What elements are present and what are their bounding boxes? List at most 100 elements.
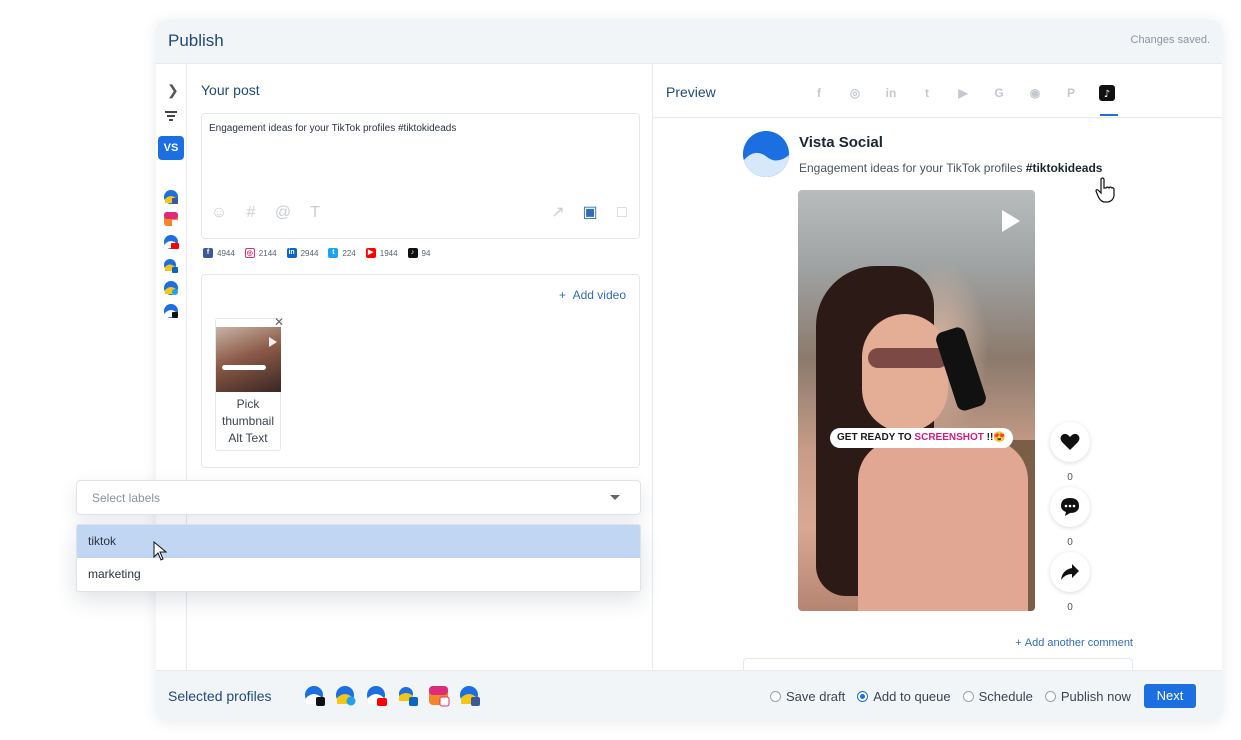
post-text-editor[interactable]: Engagement ideas for your TikTok profile… xyxy=(201,113,640,239)
selected-avatar-instagram[interactable] xyxy=(428,685,450,707)
preview-panel: Preview f ◎ in t ▶ G ◉ P ♪ Vista Social … xyxy=(653,64,1222,670)
emoji-icon[interactable]: ☺ xyxy=(210,204,228,222)
like-button[interactable] xyxy=(1050,422,1090,462)
comment-box[interactable] xyxy=(743,658,1133,670)
twitter-icon: t xyxy=(328,248,339,258)
video-preview[interactable]: GET READY TO SCREENSHOT !!😍 xyxy=(798,190,1035,611)
page-title: Publish xyxy=(168,31,224,50)
add-to-queue-radio[interactable] xyxy=(857,691,869,702)
profile-avatar-tiktok[interactable] xyxy=(163,303,179,319)
profile-avatar-instagram[interactable] xyxy=(163,211,179,227)
video-thumbnail[interactable] xyxy=(216,327,281,392)
your-post-title: Your post xyxy=(201,82,260,98)
selected-avatar-facebook[interactable] xyxy=(459,685,481,707)
character-counts: f 4944 ◎ 2144 in 2944 t 224 ▶ 1944 ♪ 94 xyxy=(203,248,430,258)
count-value: 1944 xyxy=(379,248,398,258)
option-label: Publish now xyxy=(1060,689,1131,704)
thumbnail-label[interactable]: thumbnail xyxy=(216,414,280,428)
publish-options: Save draft Add to queue Schedule Publish… xyxy=(770,689,1131,704)
plus-icon: + xyxy=(1015,637,1025,649)
option-add-to-queue[interactable]: Add to queue xyxy=(857,689,951,704)
vs-profile-group[interactable]: VS xyxy=(158,136,184,160)
add-comment-label: Add another comment xyxy=(1024,637,1133,649)
profile-avatar-twitter[interactable] xyxy=(163,280,179,296)
tab-instagram-icon[interactable]: ◎ xyxy=(845,83,865,103)
expand-chevron-icon[interactable]: ❯ xyxy=(167,82,179,99)
post-text[interactable]: Engagement ideas for your TikTok profile… xyxy=(209,123,456,134)
camera-icon[interactable]: □ xyxy=(613,204,631,222)
chevron-down-icon[interactable] xyxy=(610,495,620,500)
count-facebook: f 4944 xyxy=(203,248,235,258)
option-label: Save draft xyxy=(786,689,846,704)
count-value: 4944 xyxy=(217,248,235,258)
publish-now-radio[interactable] xyxy=(1044,691,1056,702)
option-schedule[interactable]: Schedule xyxy=(962,689,1033,704)
next-button[interactable]: Next xyxy=(1144,684,1196,708)
caption-part: !!😍 xyxy=(983,432,1006,443)
selected-avatar-twitter[interactable] xyxy=(335,685,357,707)
tab-facebook-icon[interactable]: f xyxy=(809,83,829,103)
link-icon[interactable]: ↗ xyxy=(549,204,567,222)
preview-title: Preview xyxy=(666,84,716,100)
add-video-button[interactable]: + Add video xyxy=(559,288,626,302)
count-value: 224 xyxy=(342,248,356,258)
share-button[interactable] xyxy=(1050,552,1090,592)
profile-avatar-facebook[interactable] xyxy=(163,189,179,205)
filter-icon[interactable] xyxy=(165,111,177,121)
play-icon[interactable] xyxy=(1002,210,1020,232)
remove-video-icon[interactable]: ✕ xyxy=(274,315,284,329)
selected-avatar-youtube[interactable] xyxy=(366,685,388,707)
comment-icon xyxy=(1061,498,1079,516)
select-labels-placeholder: Select labels xyxy=(92,491,161,505)
text-format-icon[interactable]: T xyxy=(306,204,324,222)
count-value: 2944 xyxy=(300,248,319,258)
tab-google-icon[interactable]: G xyxy=(989,83,1009,103)
option-label: Add to queue xyxy=(873,689,951,704)
selected-avatar-linkedin[interactable] xyxy=(397,685,419,707)
tab-twitter-icon[interactable]: t xyxy=(917,83,937,103)
profile-avatar-linkedin[interactable] xyxy=(163,258,179,274)
video-caption: GET READY TO SCREENSHOT !!😍 xyxy=(830,428,1013,448)
profile-avatar-youtube[interactable] xyxy=(163,234,179,250)
tab-tiktok-icon[interactable]: ♪ xyxy=(1097,83,1117,103)
video-subject-glasses xyxy=(868,348,948,368)
option-save-draft[interactable]: Save draft xyxy=(770,689,845,704)
video-thumbnail-card: ✕ Pick thumbnail Alt Text xyxy=(215,315,284,451)
mention-icon[interactable]: @ xyxy=(274,204,292,222)
add-comment-button[interactable]: + Add another comment xyxy=(1015,637,1133,649)
count-tiktok: ♪ 94 xyxy=(407,248,430,258)
option-publish-now[interactable]: Publish now xyxy=(1044,689,1131,704)
label-option-marketing[interactable]: marketing xyxy=(77,558,640,591)
footer-bar: Selected profiles Save draft Add to queu… xyxy=(156,670,1222,720)
video-subject-hoodie xyxy=(858,440,1028,611)
tab-linkedin-icon[interactable]: in xyxy=(881,83,901,103)
caption-highlight: SCREENSHOT xyxy=(914,432,984,443)
tab-pinterest-icon[interactable]: P xyxy=(1061,83,1081,103)
comment-count: 0 xyxy=(1067,537,1073,548)
comment-button[interactable] xyxy=(1050,487,1090,527)
pick-label[interactable]: Pick xyxy=(216,397,280,411)
select-labels-dropdown[interactable]: Select labels xyxy=(76,480,641,515)
video-icon[interactable]: ▣ xyxy=(581,204,599,222)
count-youtube: ▶ 1944 xyxy=(365,248,398,258)
count-instagram: ◎ 2144 xyxy=(244,248,277,258)
preview-caption: Engagement ideas for your TikTok profile… xyxy=(799,161,1102,175)
save-draft-radio[interactable] xyxy=(770,691,781,702)
svg-text:♪: ♪ xyxy=(1104,89,1110,100)
alt-text-label[interactable]: Alt Text xyxy=(216,431,280,445)
tab-reddit-icon[interactable]: ◉ xyxy=(1025,83,1045,103)
editor-tools-right: ↗ ▣ □ xyxy=(549,204,631,222)
publish-window: Publish Changes saved. ❯ VS Your post En… xyxy=(156,20,1222,720)
add-video-label: Add video xyxy=(572,288,626,302)
selected-profiles-label: Selected profiles xyxy=(168,688,272,704)
hashtag-icon[interactable]: # xyxy=(242,204,260,222)
profile-name: Vista Social xyxy=(799,134,883,151)
selected-profile-avatars xyxy=(304,685,481,707)
tab-youtube-icon[interactable]: ▶ xyxy=(953,83,973,103)
selected-avatar-tiktok[interactable] xyxy=(304,685,326,707)
instagram-icon: ◎ xyxy=(244,248,255,258)
count-value: 2144 xyxy=(258,248,277,258)
thumbnail-caption-band xyxy=(222,365,266,370)
linkedin-icon: in xyxy=(286,248,297,258)
schedule-radio[interactable] xyxy=(962,691,974,702)
